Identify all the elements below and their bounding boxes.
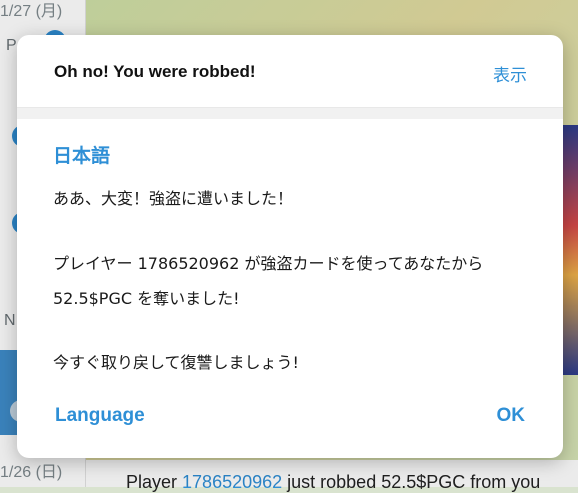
dialog-header: Oh no! You were robbed! 表示 bbox=[17, 35, 563, 108]
ok-button[interactable]: OK bbox=[497, 405, 526, 427]
robbed-dialog: Oh no! You were robbed! 表示 日本語 ああ、大変！強盗に… bbox=[17, 35, 563, 458]
message-line: プレイヤー 1786520962 が強盗カードを使ってあなたから bbox=[53, 254, 484, 273]
dialog-title: Oh no! You were robbed! bbox=[54, 62, 256, 81]
language-name: 日本語 bbox=[53, 145, 111, 167]
message-line: 今すぐ取り戻して復讐しましょう! bbox=[53, 353, 299, 372]
message-line: 52.5$PGC を奪いました! bbox=[53, 289, 240, 308]
message-line: ああ、大変！強盗に遭いました！ bbox=[53, 189, 294, 208]
divider bbox=[17, 108, 563, 119]
show-original-button[interactable]: 表示 bbox=[493, 61, 527, 86]
language-button[interactable]: Language bbox=[55, 405, 145, 427]
